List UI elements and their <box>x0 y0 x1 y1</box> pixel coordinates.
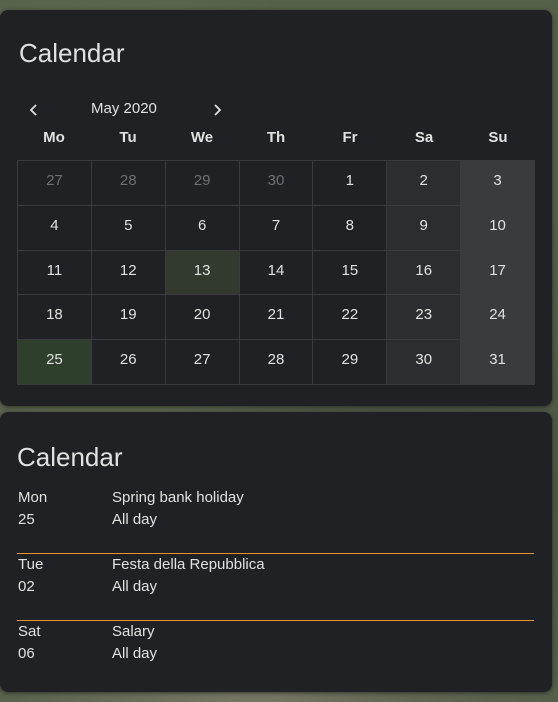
day-cell[interactable]: 10 <box>461 205 535 251</box>
weekday-label: Sa <box>414 129 434 146</box>
day-cell[interactable]: 27 <box>165 340 240 385</box>
day-cell[interactable]: 12 <box>91 250 166 296</box>
day-cell[interactable]: 19 <box>91 295 166 341</box>
day-cell[interactable]: 24 <box>461 295 535 341</box>
day-cell[interactable]: 13 <box>165 250 240 296</box>
event-weekday: Tue <box>18 556 44 573</box>
day-cell[interactable]: 11 <box>18 250 92 296</box>
month-label: May 2020 <box>91 100 157 117</box>
day-cell[interactable]: 20 <box>165 295 240 341</box>
day-cell[interactable]: 26 <box>91 340 166 385</box>
event-title: Festa della Repubblica <box>112 556 265 573</box>
day-cell[interactable]: 14 <box>239 250 314 296</box>
day-cell[interactable]: 27 <box>18 161 92 206</box>
day-cell[interactable]: 7 <box>239 205 314 251</box>
weekday-label: Fr <box>342 129 358 146</box>
day-cell[interactable]: 6 <box>165 205 240 251</box>
day-cell[interactable]: 5 <box>91 205 166 251</box>
day-cell[interactable]: 18 <box>18 295 92 341</box>
day-cell[interactable]: 23 <box>387 295 462 341</box>
chevron-right-icon <box>214 104 222 116</box>
day-cell[interactable]: 9 <box>387 205 462 251</box>
event-time: All day <box>112 511 158 528</box>
next-month-button[interactable] <box>205 98 229 122</box>
event-title: Salary <box>112 623 155 640</box>
event-date: 06 <box>18 645 35 662</box>
day-grid: 27 28 29 30 1 2 3 4 5 6 7 8 9 10 11 12 13 14 15 16 17 18 19 20 2… <box>17 160 535 385</box>
day-cell[interactable]: 1 <box>313 161 388 206</box>
day-cell[interactable]: 16 <box>387 250 462 296</box>
weekday-label: We <box>190 129 214 146</box>
event-item[interactable]: Tue 02 Festa della Repubblica All day <box>17 554 534 621</box>
prev-month-button[interactable] <box>22 98 46 122</box>
day-cell[interactable]: 4 <box>18 205 92 251</box>
day-cell[interactable]: 15 <box>313 250 388 296</box>
day-cell[interactable]: 28 <box>239 340 314 385</box>
day-cell[interactable]: 30 <box>387 340 462 385</box>
weekday-label: Mo <box>43 129 65 146</box>
weekday-label: Tu <box>119 129 137 146</box>
event-time: All day <box>112 578 158 595</box>
month-navigation: May 2020 <box>22 98 232 122</box>
weekday-header: Mo Tu We Th Fr Sa Su <box>17 129 535 151</box>
day-cell[interactable]: 22 <box>313 295 388 341</box>
weekday-label: Su <box>488 129 508 146</box>
day-cell[interactable]: 28 <box>91 161 166 206</box>
day-cell[interactable]: 31 <box>461 340 535 385</box>
day-cell[interactable]: 25 <box>18 340 92 385</box>
event-time: All day <box>112 645 158 662</box>
event-weekday: Mon <box>18 489 48 506</box>
day-cell[interactable]: 17 <box>461 250 535 296</box>
day-cell[interactable]: 29 <box>313 340 388 385</box>
month-calendar-card: Calendar May 2020 Mo Tu We Th Fr Sa Su 2… <box>0 10 552 406</box>
day-cell[interactable]: 2 <box>387 161 462 206</box>
card-title: Calendar <box>19 38 125 68</box>
event-list-card: Calendar Mon 25 Spring bank holiday All … <box>0 412 552 692</box>
day-cell[interactable]: 21 <box>239 295 314 341</box>
event-date: 25 <box>18 511 35 528</box>
event-list: Mon 25 Spring bank holiday All day Tue 0… <box>17 487 534 688</box>
event-item[interactable]: Mon 25 Spring bank holiday All day <box>17 487 534 554</box>
card-title: Calendar <box>17 442 123 472</box>
event-weekday: Sat <box>18 623 41 640</box>
event-date: 02 <box>18 578 35 595</box>
day-cell[interactable]: 8 <box>313 205 388 251</box>
day-cell[interactable]: 30 <box>239 161 314 206</box>
chevron-left-icon <box>29 104 37 116</box>
weekday-label: Th <box>266 129 286 146</box>
event-item[interactable]: Sat 06 Salary All day <box>17 621 534 688</box>
day-cell[interactable]: 29 <box>165 161 240 206</box>
day-cell[interactable]: 3 <box>461 161 535 206</box>
event-title: Spring bank holiday <box>112 489 244 506</box>
